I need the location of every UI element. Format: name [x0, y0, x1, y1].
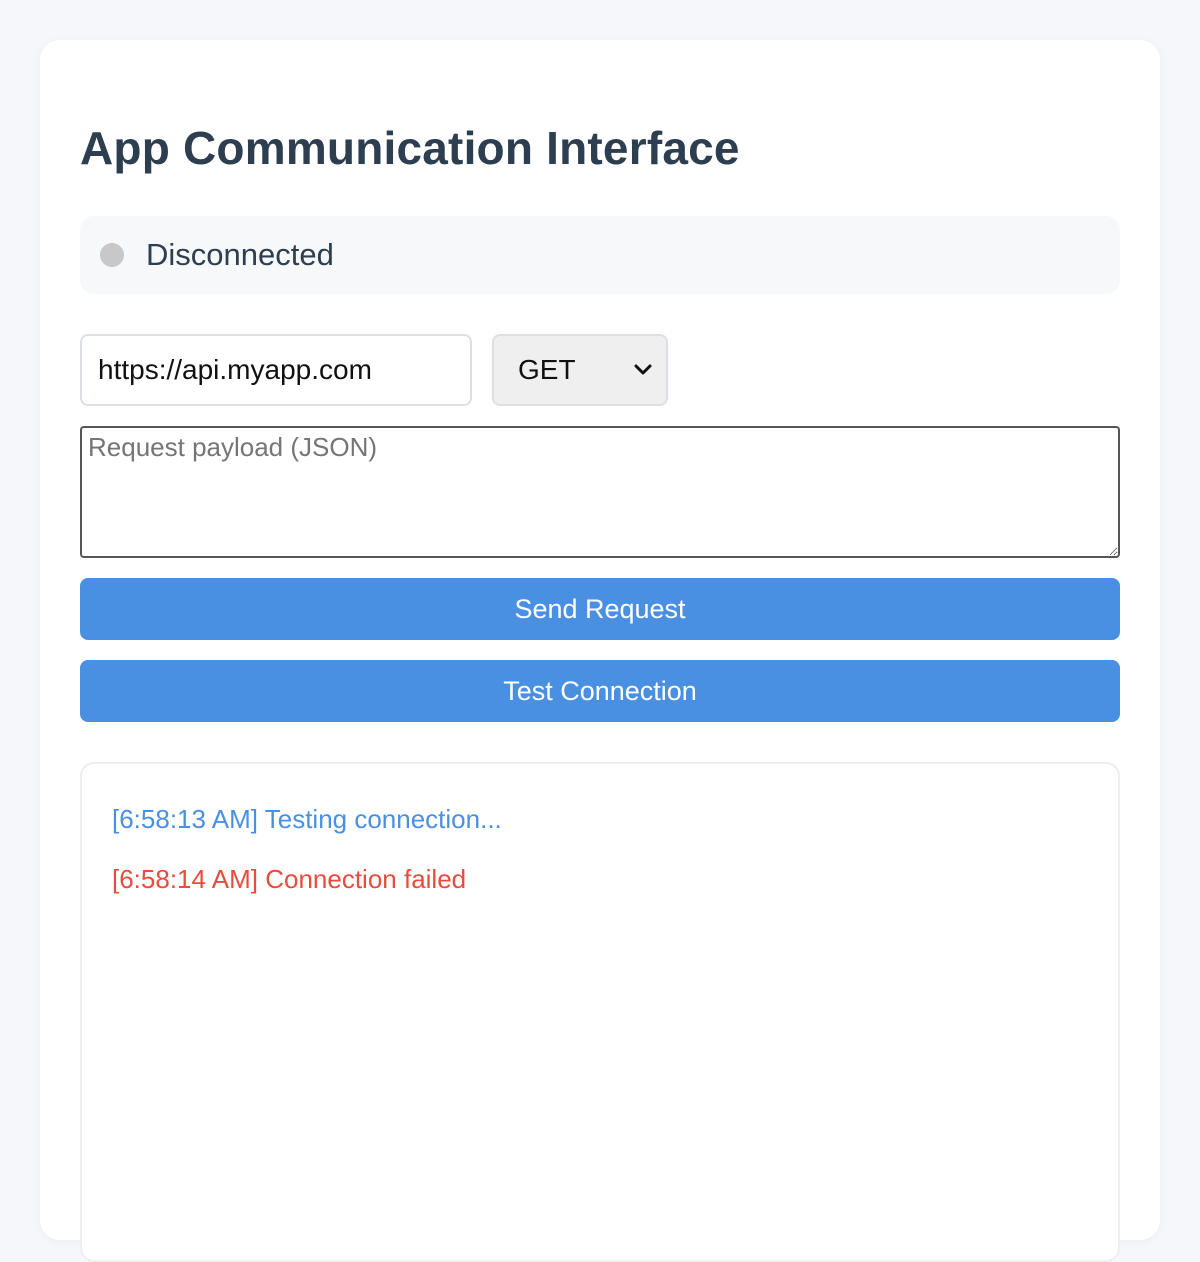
- main-card: App Communication Interface Disconnected…: [40, 40, 1160, 1262]
- status-text: Disconnected: [146, 237, 334, 272]
- send-request-button[interactable]: Send Request: [80, 578, 1120, 640]
- method-select[interactable]: GET: [492, 334, 668, 406]
- log-entry: [6:58:14 AM] Connection failed: [112, 864, 467, 894]
- log-panel: [6:58:13 AM] Testing connection... [6:58…: [80, 762, 1120, 1262]
- test-connection-button[interactable]: Test Connection: [80, 660, 1120, 722]
- url-input[interactable]: [80, 334, 472, 406]
- chevron-down-icon: [632, 359, 654, 381]
- log-entry: [6:58:13 AM] Testing connection...: [112, 804, 502, 834]
- page-title: App Communication Interface: [80, 122, 740, 174]
- status-indicator-icon: [100, 243, 124, 267]
- payload-textarea[interactable]: [80, 426, 1120, 558]
- method-selected-value: GET: [518, 354, 576, 385]
- connection-status-bar: Disconnected: [80, 216, 1120, 294]
